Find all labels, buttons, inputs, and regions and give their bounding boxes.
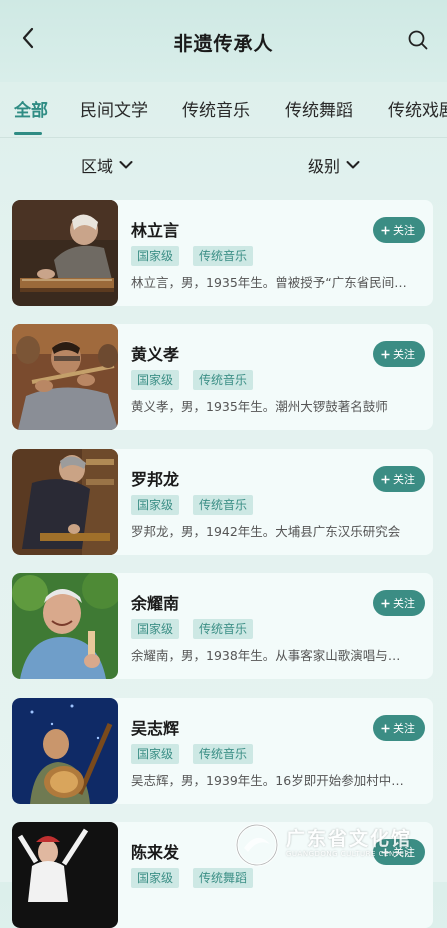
page-title: 非遗传承人 [173, 33, 274, 55]
follow-button[interactable]: 关注 [373, 590, 425, 616]
inheritor-description: 林立言，男，1935年生。曾被授予“广东省民间艺术家”称号 [131, 275, 409, 290]
follow-label: 关注 [393, 722, 415, 735]
inheritor-name: 黄义孝 [131, 345, 180, 364]
region-filter[interactable]: 区域 [81, 153, 133, 177]
search-icon [408, 30, 428, 50]
inheritor-description: 吴志辉，男，1939年生。16岁即开始参加村中乐社 [131, 773, 409, 788]
tab-folk-literature[interactable]: 民间文学 [80, 96, 148, 121]
inheritor-photo [12, 449, 118, 555]
chevron-down-icon [346, 161, 360, 169]
follow-label: 关注 [393, 597, 415, 610]
plus-icon [381, 599, 390, 607]
tab-traditional-music[interactable]: 传统音乐 [182, 96, 250, 121]
category-tag: 传统音乐 [193, 370, 254, 390]
level-tag: 国家级 [131, 495, 180, 515]
level-tag: 国家级 [131, 246, 180, 266]
tabs-divider [0, 137, 447, 138]
follow-button[interactable]: 关注 [373, 715, 425, 741]
category-tag: 传统舞蹈 [193, 868, 254, 888]
inheritor-card[interactable]: 吴志辉 关注 国家级 传统音乐 吴志辉，男，1939年生。16岁即开始参加村中乐… [12, 698, 433, 804]
watermark-title: 广东省文化馆 [286, 828, 413, 850]
active-tab-indicator [14, 132, 42, 135]
plus-icon [381, 724, 390, 732]
follow-label: 关注 [393, 348, 415, 361]
chevron-down-icon [119, 161, 133, 169]
inheritor-card[interactable]: 林立言 关注 国家级 传统音乐 林立言，男，1935年生。曾被授予“广东省民间艺… [12, 200, 433, 306]
inheritor-card[interactable]: 罗邦龙 关注 国家级 传统音乐 罗邦龙，男，1942年生。大埔县广东汉乐研究会 [12, 449, 433, 555]
inheritor-description: 罗邦龙，男，1942年生。大埔县广东汉乐研究会 [131, 524, 401, 539]
inheritor-name: 余耀南 [131, 594, 180, 613]
tab-traditional-dance[interactable]: 传统舞蹈 [285, 96, 353, 121]
inheritor-photo [12, 573, 118, 679]
inheritor-name: 罗邦龙 [131, 470, 180, 489]
level-filter[interactable]: 级别 [308, 153, 360, 177]
category-tag: 传统音乐 [193, 495, 254, 515]
inheritor-card[interactable]: 黄义孝 关注 国家级 传统音乐 黄义孝，男，1935年生。潮州大锣鼓著名鼓师 [12, 324, 433, 430]
plus-icon [381, 350, 390, 358]
inheritor-name: 陈来发 [131, 843, 180, 862]
inheritor-description: 黄义孝，男，1935年生。潮州大锣鼓著名鼓师 [131, 399, 388, 414]
inheritor-card[interactable]: 余耀南 关注 国家级 传统音乐 余耀南，男，1938年生。从事客家山歌演唱与创作 [12, 573, 433, 679]
follow-button[interactable]: 关注 [373, 466, 425, 492]
search-button[interactable] [405, 27, 431, 53]
category-tabs: 全部 民间文学 传统音乐 传统舞蹈 传统戏剧 [0, 82, 447, 138]
follow-button[interactable]: 关注 [373, 341, 425, 367]
category-tag: 传统音乐 [193, 619, 254, 639]
inheritor-name: 吴志辉 [131, 719, 180, 738]
inheritor-photo [12, 822, 118, 928]
level-tag: 国家级 [131, 744, 180, 764]
plus-icon [381, 226, 390, 234]
inheritor-name: 林立言 [131, 221, 180, 240]
follow-label: 关注 [393, 224, 415, 237]
inheritor-photo [12, 200, 118, 306]
inheritor-photo [12, 698, 118, 804]
category-tag: 传统音乐 [193, 744, 254, 764]
level-filter-label: 级别 [308, 157, 341, 176]
follow-button[interactable]: 关注 [373, 217, 425, 243]
inheritor-photo [12, 324, 118, 430]
plus-icon [381, 475, 390, 483]
tab-all[interactable]: 全部 [14, 96, 48, 121]
follow-label: 关注 [393, 473, 415, 486]
tab-traditional-drama[interactable]: 传统戏剧 [388, 96, 447, 121]
culture-center-logo-icon [235, 823, 279, 867]
level-tag: 国家级 [131, 370, 180, 390]
app-header: 非遗传承人 [0, 0, 447, 82]
watermark-subtitle: GUANGDONG CULTURE CENTER [286, 850, 410, 858]
region-filter-label: 区域 [81, 157, 114, 176]
watermark: 广东省文化馆 GUANGDONG CULTURE CENTER [234, 820, 434, 870]
category-tag: 传统音乐 [193, 246, 254, 266]
level-tag: 国家级 [131, 619, 180, 639]
inheritor-description: 余耀南，男，1938年生。从事客家山歌演唱与创作 [131, 648, 409, 663]
level-tag: 国家级 [131, 868, 180, 888]
